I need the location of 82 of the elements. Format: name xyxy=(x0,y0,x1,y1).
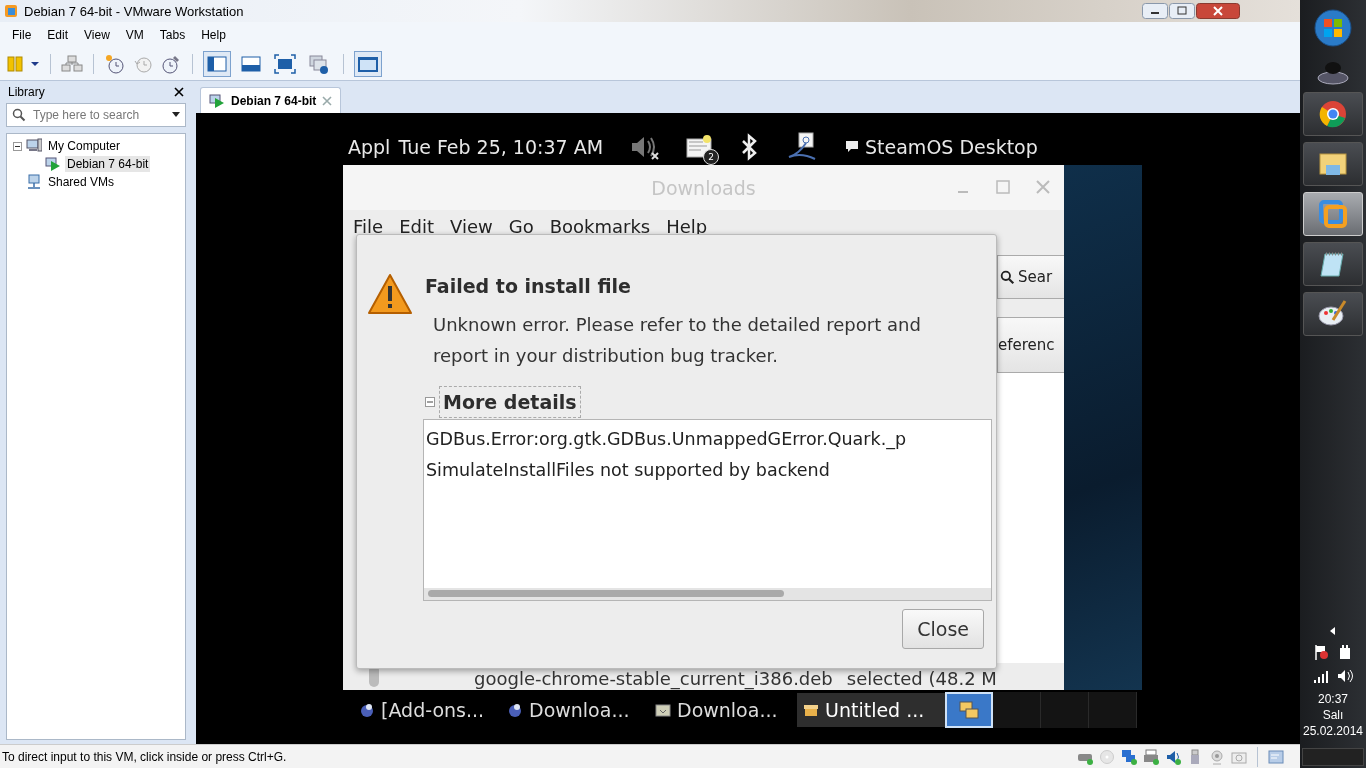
printer-icon[interactable] xyxy=(1143,748,1159,765)
menu-item[interactable]: Tabs xyxy=(151,26,194,44)
browser-icon xyxy=(507,702,523,718)
start-button-icon[interactable] xyxy=(1313,8,1353,48)
details-line: GDBus.Error:org.gtk.GDBus.UnmappedGError.Quark._p xyxy=(426,428,908,452)
console-view-icon xyxy=(357,54,379,74)
search-icon xyxy=(1000,269,1015,285)
clock-time: 20:37 xyxy=(1318,692,1348,706)
taskbar-button[interactable]: Untitled ... xyxy=(797,693,945,727)
caret-icon[interactable] xyxy=(172,112,180,118)
fullscreen-view-button[interactable] xyxy=(271,51,299,77)
browser-icon xyxy=(1317,98,1349,130)
browser-icon xyxy=(359,702,375,718)
taskbar-button[interactable]: [Add-ons... xyxy=(353,693,501,727)
vm-icon xyxy=(209,92,225,109)
chat-bubble-icon xyxy=(845,140,860,154)
app-logo-icon xyxy=(4,4,18,18)
collapse-icon[interactable] xyxy=(13,141,22,151)
library-title: Library xyxy=(8,85,45,99)
mail-icon[interactable] xyxy=(685,133,714,161)
action-center-icon[interactable] xyxy=(1313,644,1329,660)
window-title: Debian 7 64-bit - VMware Workstation xyxy=(24,3,245,19)
close-icon[interactable] xyxy=(174,87,184,97)
warning-icon xyxy=(367,273,413,315)
close-button[interactable]: Close xyxy=(902,609,984,649)
search-field[interactable]: Type here to search xyxy=(6,103,186,127)
thumbnails-view-icon xyxy=(240,54,262,74)
signal-icon[interactable] xyxy=(1313,668,1329,684)
menu-item[interactable]: File xyxy=(4,26,40,44)
volume-icon[interactable] xyxy=(1337,668,1353,684)
folder-icon xyxy=(655,702,671,718)
browser-app-button[interactable] xyxy=(1303,92,1363,136)
tab-label: Debian 7 64-bit xyxy=(231,93,317,108)
snapshot-manager-icon[interactable] xyxy=(160,53,182,75)
shared-icon xyxy=(26,174,42,190)
show-hidden-icons-icon[interactable] xyxy=(1329,626,1337,636)
notification-badge: 2 xyxy=(703,149,720,165)
clock-date: 25.02.2014 xyxy=(1302,724,1364,738)
vm-tab[interactable]: Debian 7 64-bit xyxy=(200,87,342,113)
tree-item[interactable]: Shared VMs xyxy=(46,174,117,190)
session-label[interactable]: SteamOS Desktop xyxy=(865,136,1038,158)
windows-icon xyxy=(958,700,980,720)
taskbar-button[interactable]: Downloa... xyxy=(649,693,797,727)
fullscreen-view-icon xyxy=(274,54,296,74)
dialog-title: Failed to install file xyxy=(425,275,632,297)
applications-menu[interactable]: Appl xyxy=(348,136,391,158)
search-button[interactable]: Sear xyxy=(997,255,1064,299)
file-name[interactable]: google-chrome-stable_current_i386.deb xyxy=(474,668,833,690)
tree-item[interactable]: Debian 7 64-bit xyxy=(65,156,151,172)
power-plug-icon[interactable] xyxy=(1337,644,1353,660)
unity-view-icon xyxy=(308,54,330,74)
close-icon[interactable] xyxy=(1196,3,1240,19)
tree-item[interactable]: My Computer xyxy=(46,138,123,154)
menu-item[interactable]: Help xyxy=(193,26,234,44)
vm-icon xyxy=(1317,198,1349,230)
minimize-icon[interactable] xyxy=(1142,3,1168,19)
folder-app-button[interactable] xyxy=(1303,142,1363,186)
error-message: Unknown error. Please refer to the detailed report and report in your distribution bug tracker. xyxy=(433,313,922,368)
notepad-app-button[interactable] xyxy=(1303,242,1363,286)
taskbar-button[interactable]: Downloa... xyxy=(501,693,649,727)
library-view-button[interactable] xyxy=(203,51,231,77)
menu-item[interactable]: VM xyxy=(117,26,152,44)
details-line: SimulateInstallFiles not supported by backend xyxy=(426,459,831,482)
menu-item[interactable]: Edit xyxy=(39,26,77,44)
selection-status: selected (48.2 M xyxy=(846,668,997,690)
package-icon xyxy=(803,702,819,718)
speaker-icon[interactable] xyxy=(1165,748,1181,765)
computer-icon xyxy=(26,138,42,154)
details-expander[interactable]: More details xyxy=(439,386,581,418)
vm-icon xyxy=(45,156,61,172)
vm-app-button[interactable] xyxy=(1303,192,1363,236)
console-view-button[interactable] xyxy=(354,51,382,77)
menu-item[interactable]: View xyxy=(76,26,118,44)
clock[interactable]: Tue Feb 25, 10:37 AM xyxy=(398,136,604,158)
snapshot-icon[interactable] xyxy=(104,53,126,75)
library-view-icon xyxy=(206,54,228,74)
status-message: To direct input to this VM, click inside or press Ctrl+G. xyxy=(2,749,287,764)
preferences-button[interactable]: eferenc xyxy=(997,317,1064,373)
clock-day: Salı xyxy=(1322,708,1344,722)
clock[interactable]: 20:37 Salı 25.02.2014 xyxy=(1302,692,1364,742)
network-adapter-icon[interactable] xyxy=(1121,748,1137,765)
palette-app-button[interactable] xyxy=(1303,292,1363,336)
